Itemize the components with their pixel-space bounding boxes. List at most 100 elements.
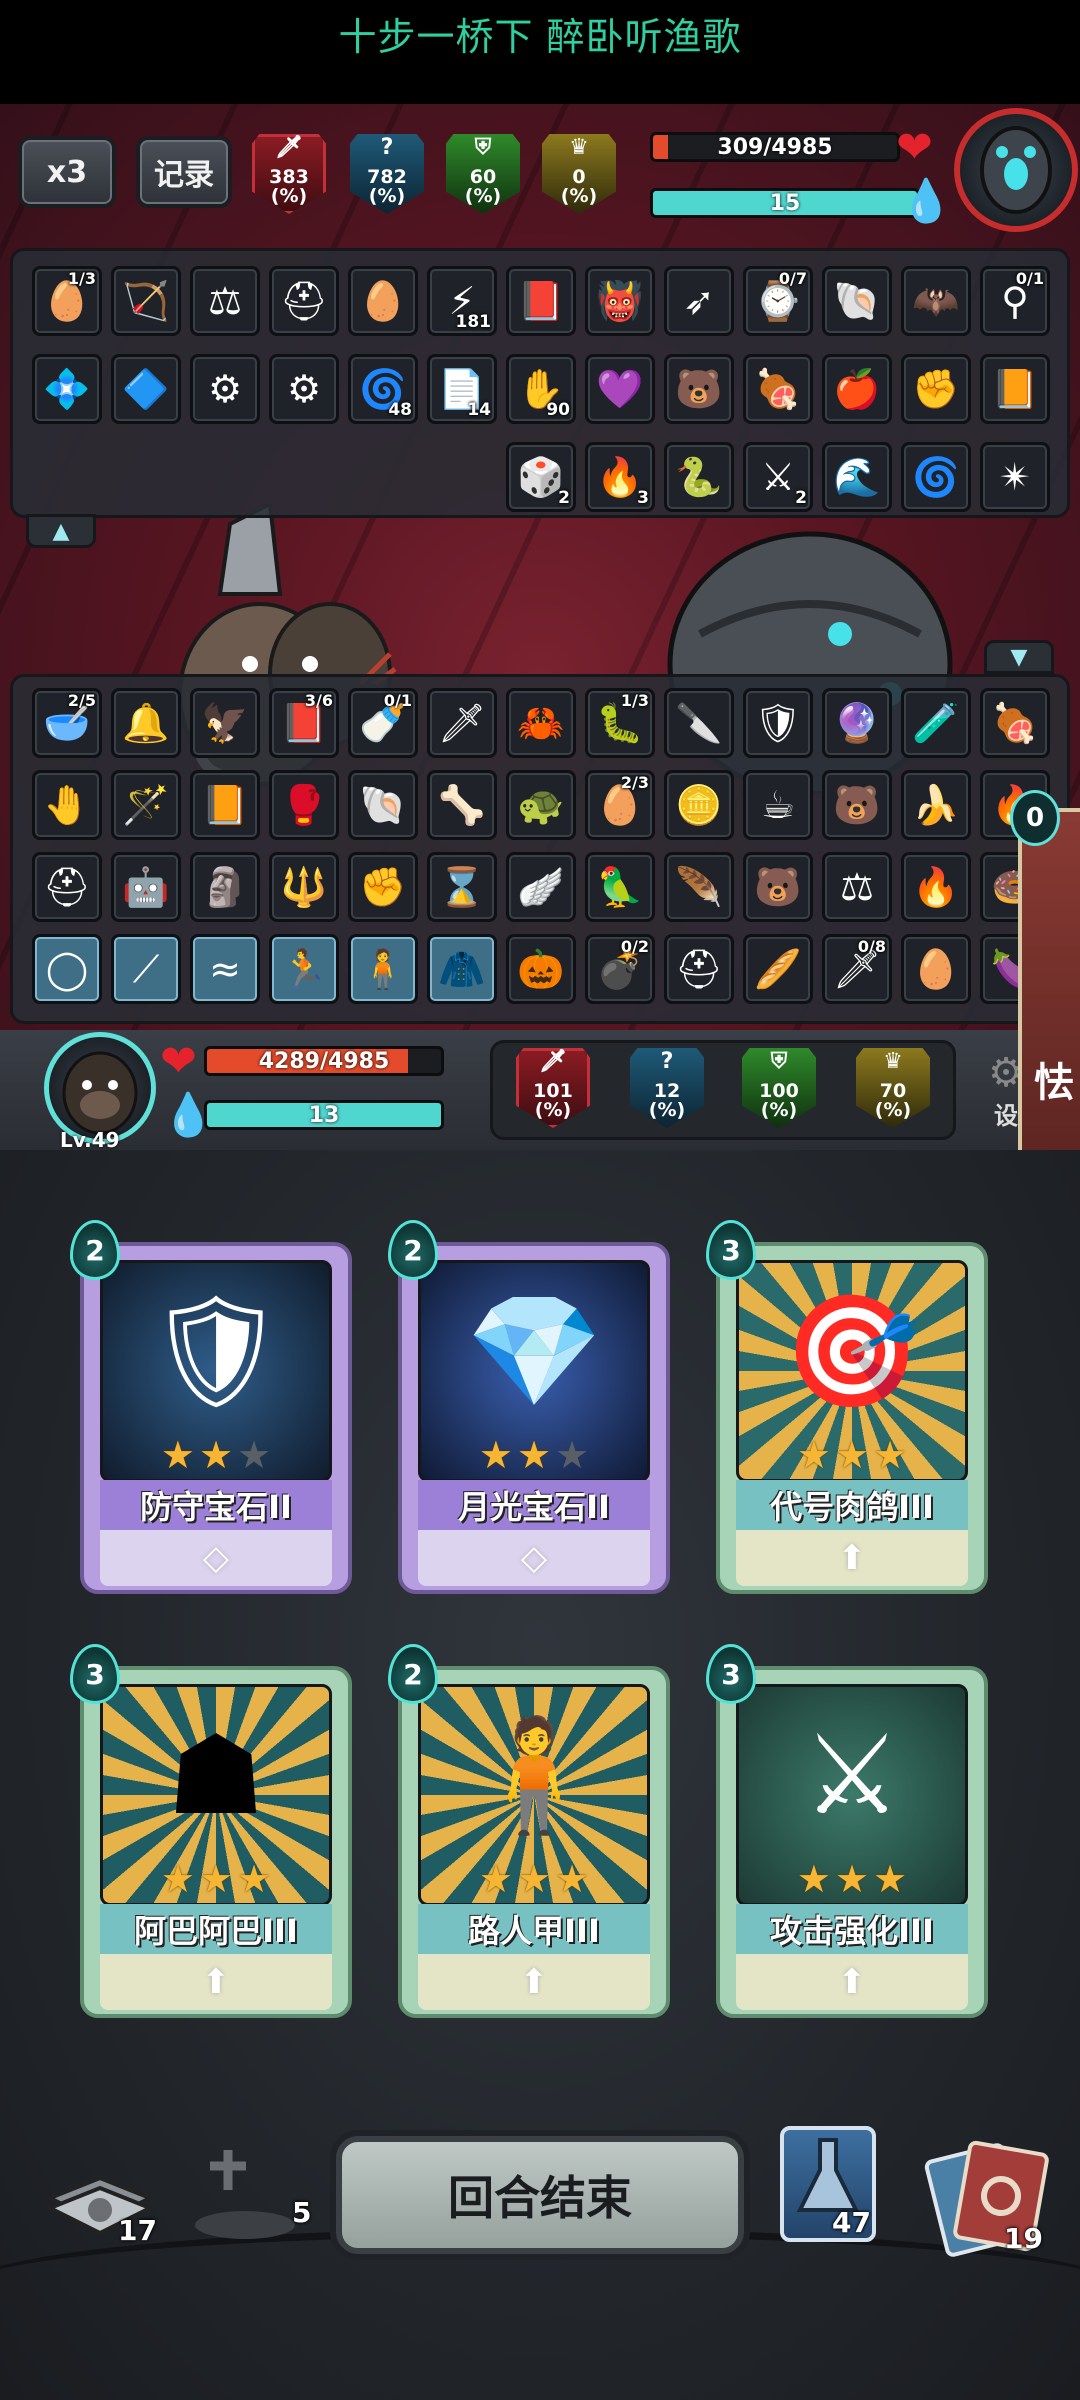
hand-card[interactable]: 🎯 ★ ★ ★ 代号肉鸽III ⬆ 3 — [706, 1220, 988, 1594]
item-slot[interactable]: ⚡ 181 — [427, 266, 497, 336]
item-slot[interactable]: ➶ — [664, 266, 734, 336]
enemy-portrait[interactable] — [954, 108, 1078, 232]
item-slot[interactable]: ⟋ — [111, 934, 181, 1004]
item-slot[interactable]: 🛡 — [743, 688, 813, 758]
collapse-player-panel-button[interactable]: ▼ — [984, 640, 1054, 674]
item-slot[interactable]: 🍖 — [980, 688, 1050, 758]
item-slot[interactable]: ⛑ — [32, 852, 102, 922]
item-slot[interactable]: ⌚ 0/7 — [743, 266, 813, 336]
item-slot[interactable]: 🔥 — [901, 852, 971, 922]
item-slot[interactable]: 📙 — [190, 770, 260, 840]
item-slot[interactable]: 📄 14 — [427, 354, 497, 424]
item-slot[interactable]: ✊ — [348, 852, 418, 922]
item-slot[interactable]: ◯ — [32, 934, 102, 1004]
record-button[interactable]: 记录 — [136, 136, 232, 208]
item-slot[interactable]: 🔪 — [664, 688, 734, 758]
item-slot[interactable]: 🎃 — [506, 934, 576, 1004]
item-slot[interactable]: 🐍 — [664, 442, 734, 512]
item-slot[interactable]: 🐚 — [348, 770, 418, 840]
item-slot[interactable]: 🐻 — [664, 354, 734, 424]
hand-card[interactable]: 🛡 ★ ★ ★ 防守宝石II ◇ 2 — [70, 1220, 352, 1594]
potion-button[interactable]: 47 — [780, 2126, 876, 2242]
item-slot[interactable]: 🥣 2/5 — [32, 688, 102, 758]
hand-card[interactable]: ⚔ ★ ★ ★ 攻击强化III ⬆ 3 — [706, 1644, 988, 2018]
item-slot[interactable]: 🦅 — [190, 688, 260, 758]
item-slot[interactable]: 🐻 — [743, 852, 813, 922]
item-slot[interactable]: 🧪 — [901, 688, 971, 758]
star-icon: ★ — [237, 1433, 272, 1477]
item-slot[interactable]: 🦜 — [585, 852, 655, 922]
item-slot[interactable]: 🥚 — [901, 934, 971, 1004]
item-slot[interactable]: 🔱 — [269, 852, 339, 922]
item-slot[interactable]: 🥊 — [269, 770, 339, 840]
item-slot[interactable]: 🌊 — [822, 442, 892, 512]
item-slot[interactable]: 🥚 — [348, 266, 418, 336]
item-slot[interactable]: 🦇 — [901, 266, 971, 336]
item-slot[interactable]: 🐢 — [506, 770, 576, 840]
item-slot[interactable]: 🔔 — [111, 688, 181, 758]
item-slot[interactable]: 🧥 — [427, 934, 497, 1004]
collapse-enemy-panel-button[interactable]: ▲ — [26, 514, 96, 548]
item-slot[interactable]: 🗡 0/8 — [822, 934, 892, 1004]
item-slot[interactable]: 🍖 — [743, 354, 813, 424]
side-card[interactable]: 怯 — [1018, 808, 1080, 1188]
item-slot[interactable]: 💠 — [32, 354, 102, 424]
item-slot[interactable]: 🪽 — [506, 852, 576, 922]
item-slot[interactable]: 🦀 — [506, 688, 576, 758]
item-slot[interactable]: ☕ — [743, 770, 813, 840]
item-slot[interactable]: 🎲 2 — [506, 442, 576, 512]
item-slot[interactable]: 📙 — [980, 354, 1050, 424]
item-slot[interactable]: ✋ 90 — [506, 354, 576, 424]
item-slot[interactable]: ⌛ — [427, 852, 497, 922]
item-slot[interactable]: ✊ — [901, 354, 971, 424]
item-slot[interactable]: 💜 — [585, 354, 655, 424]
item-slot[interactable]: 🥚 1/3 — [32, 266, 102, 336]
item-slot[interactable]: ⚔ 2 — [743, 442, 813, 512]
item-slot[interactable]: 🗿 — [190, 852, 260, 922]
item-slot[interactable]: 🏹 — [111, 266, 181, 336]
item-slot[interactable]: 📕 3/6 — [269, 688, 339, 758]
speed-button[interactable]: x3 — [18, 136, 116, 208]
item-slot[interactable]: 🧍 — [348, 934, 418, 1004]
item-slot[interactable]: 👹 — [585, 266, 655, 336]
item-slot[interactable]: ⛑ — [664, 934, 734, 1004]
end-turn-button[interactable]: 回合结束 — [336, 2136, 744, 2254]
item-slot[interactable]: 🪶 — [664, 852, 734, 922]
draw-pile-button[interactable]: 17 — [40, 2168, 160, 2258]
item-slot[interactable]: ⚙ — [269, 354, 339, 424]
item-slot[interactable]: 🗡 — [427, 688, 497, 758]
item-slot[interactable]: 🥖 — [743, 934, 813, 1004]
item-slot[interactable]: 🍌 — [901, 770, 971, 840]
item-slot[interactable]: 🍼 0/1 — [348, 688, 418, 758]
item-slot[interactable]: 🦴 — [427, 770, 497, 840]
item-slot[interactable]: 🤚 — [32, 770, 102, 840]
item-slot[interactable]: ⚖ — [190, 266, 260, 336]
item-slot[interactable]: 🔥 3 — [585, 442, 655, 512]
item-slot[interactable]: 🪄 — [111, 770, 181, 840]
item-slot[interactable]: ⚙ — [190, 354, 260, 424]
item-slot[interactable]: 🔷 — [111, 354, 181, 424]
item-slot[interactable]: ⚖ — [822, 852, 892, 922]
hand-card[interactable]: 🧍 ★ ★ ★ 路人甲III ⬆ 2 — [388, 1644, 670, 2018]
grave-button[interactable]: 5 — [190, 2140, 320, 2250]
item-slot[interactable]: ⛑ — [269, 266, 339, 336]
item-slot[interactable]: 🐻 — [822, 770, 892, 840]
item-slot[interactable]: 🍎 — [822, 354, 892, 424]
item-slot[interactable]: 🐛 1/3 — [585, 688, 655, 758]
item-slot[interactable]: 📕 — [506, 266, 576, 336]
item-slot[interactable]: 🌀 48 — [348, 354, 418, 424]
item-slot[interactable]: ≈ — [190, 934, 260, 1004]
item-slot[interactable]: 🥚 2/3 — [585, 770, 655, 840]
item-slot[interactable]: ⚲ 0/1 — [980, 266, 1050, 336]
item-slot[interactable]: 🐚 — [822, 266, 892, 336]
hand-card[interactable]: 💎 ★ ★ ★ 月光宝石II ◇ 2 — [388, 1220, 670, 1594]
item-slot[interactable]: 💣 0/2 — [585, 934, 655, 1004]
item-slot[interactable]: 🌀 — [901, 442, 971, 512]
item-slot[interactable]: 🔮 — [822, 688, 892, 758]
hand-card[interactable]: ☗ ★ ★ ★ 阿巴阿巴III ⬆ 3 — [70, 1644, 352, 2018]
item-slot[interactable]: ✴ — [980, 442, 1050, 512]
item-slot[interactable]: 🪙 — [664, 770, 734, 840]
discard-pile-button[interactable]: 19 — [920, 2139, 1060, 2260]
item-slot[interactable]: 🏃 — [269, 934, 339, 1004]
item-slot[interactable]: 🤖 — [111, 852, 181, 922]
